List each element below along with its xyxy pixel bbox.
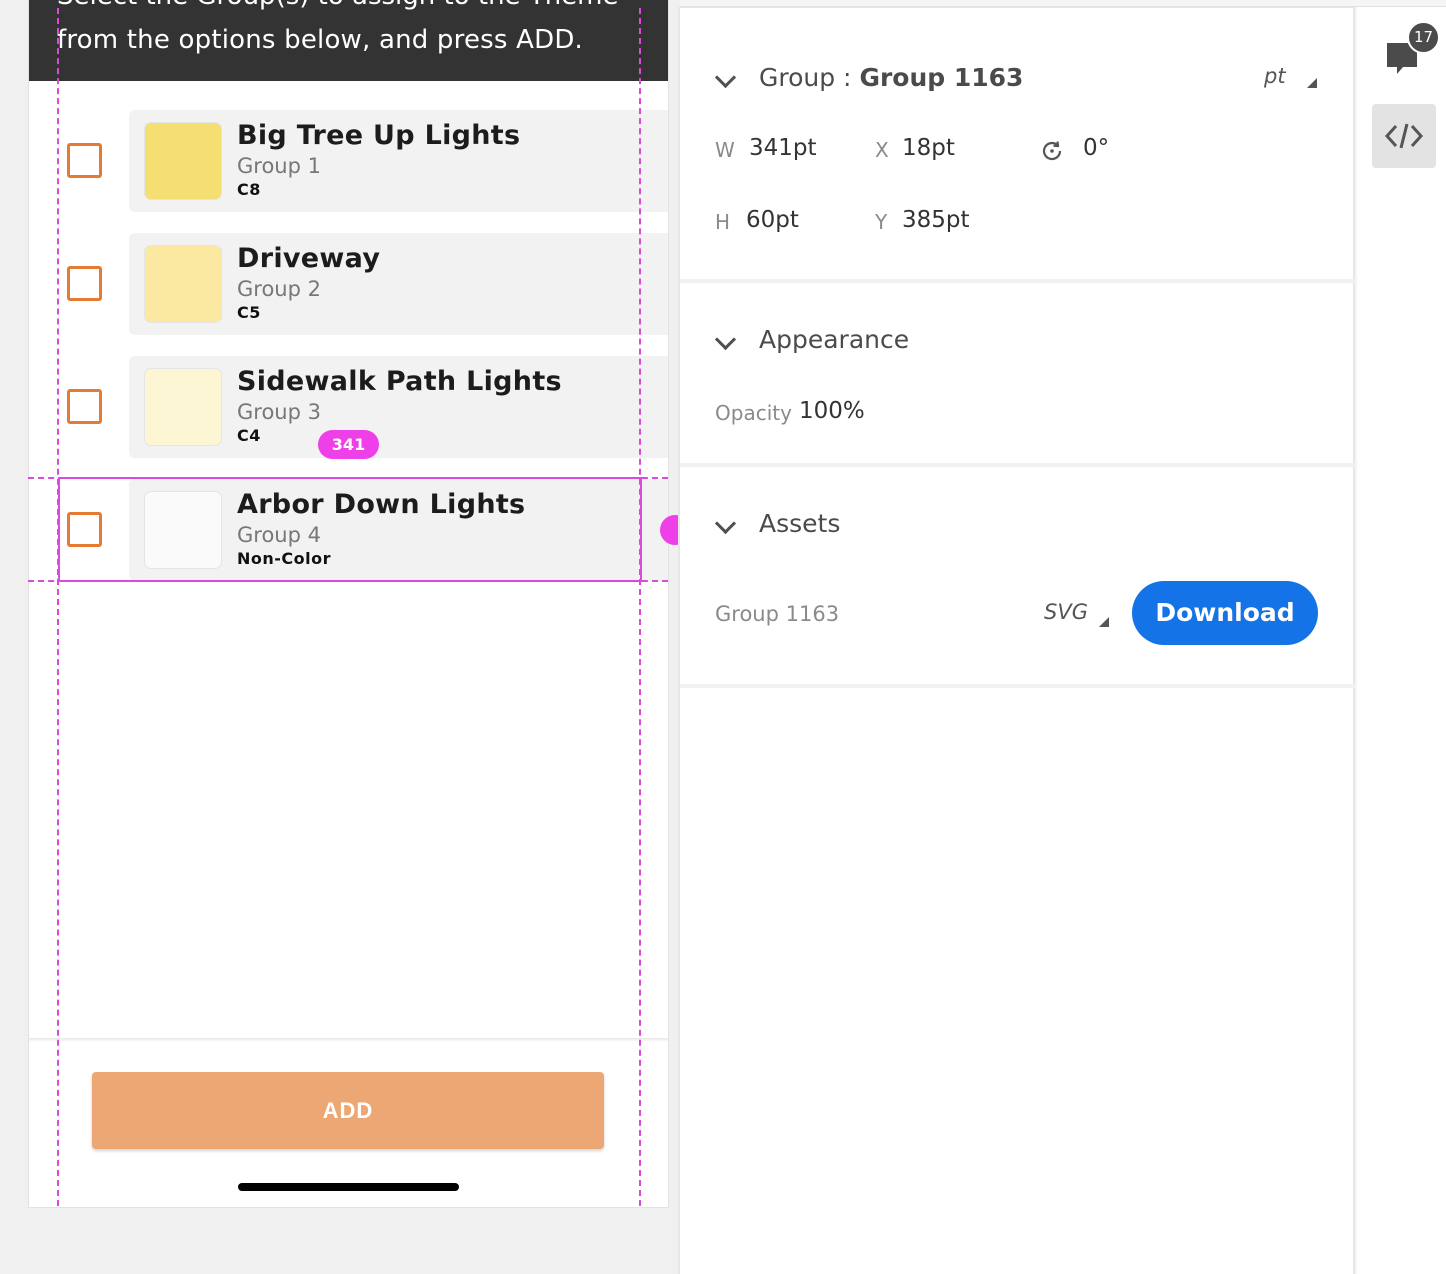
group-name: Group 1163 [859, 63, 1024, 92]
group-prefix: Group : [759, 63, 860, 92]
section-divider [680, 463, 1355, 467]
chevron-down-icon[interactable] [714, 331, 736, 353]
y-label: Y [875, 210, 888, 234]
color-swatch [144, 245, 222, 323]
x-label: X [875, 138, 889, 162]
group-checkbox[interactable] [67, 389, 102, 424]
dropdown-triangle-icon [1099, 617, 1109, 627]
asset-name: Group 1163 [715, 602, 840, 626]
group-checkbox[interactable] [67, 266, 102, 301]
group-code: C4 [237, 426, 261, 445]
chevron-down-icon[interactable] [714, 515, 736, 537]
group-row[interactable]: Big Tree Up Lights Group 1 C8 [29, 110, 668, 212]
x-value: 18pt [902, 135, 955, 161]
group-row[interactable]: Driveway Group 2 C5 [29, 233, 668, 335]
dropdown-triangle-icon [1307, 78, 1317, 88]
instruction-header: Select the Group(s) to assign to the The… [29, 0, 668, 81]
section-divider [680, 684, 1355, 688]
opacity-value: 100% [799, 398, 865, 424]
width-value: 341pt [749, 135, 817, 161]
selection-box[interactable] [58, 477, 642, 582]
group-title: Sidewalk Path Lights [237, 366, 562, 397]
opacity-label: Opacity [715, 401, 792, 425]
measurement-label: 341 [318, 430, 379, 459]
group-title: Driveway [237, 243, 381, 274]
height-label: H [715, 210, 731, 234]
inspector-panel: Group : Group 1163 pt W 341pt X 18pt 0° … [678, 7, 1355, 1274]
group-number: Group 1 [237, 154, 321, 178]
vertical-guide [57, 8, 59, 1206]
width-label: W [715, 138, 735, 162]
group-number: Group 2 [237, 277, 321, 301]
vertical-guide [639, 8, 641, 1206]
code-view-button[interactable] [1372, 104, 1436, 168]
code-icon [1384, 123, 1424, 149]
instruction-line-1: Select the Group(s) to assign to the The… [57, 0, 619, 14]
rotation-value: 0° [1083, 135, 1110, 161]
group-card[interactable]: Sidewalk Path Lights Group 3 C4 [129, 356, 668, 458]
page: Select the Group(s) to assign to the The… [0, 0, 1446, 1274]
rotate-icon [1042, 141, 1062, 161]
y-value: 385pt [902, 207, 970, 233]
group-title: Big Tree Up Lights [237, 120, 521, 151]
color-swatch [144, 122, 222, 200]
section-divider [680, 279, 1355, 283]
footer-divider [29, 1038, 668, 1042]
group-code: C8 [237, 180, 261, 199]
download-button[interactable]: Download [1132, 581, 1318, 645]
group-code: C5 [237, 303, 261, 322]
assets-title[interactable]: Assets [759, 509, 840, 538]
asset-format-select[interactable]: SVG [1044, 600, 1088, 624]
right-toolbar: 17 [1357, 7, 1446, 1274]
height-value: 60pt [746, 207, 799, 233]
add-button[interactable]: ADD [92, 1072, 604, 1149]
unit-select[interactable]: pt [1264, 64, 1286, 88]
group-card[interactable]: Big Tree Up Lights Group 1 C8 [129, 110, 668, 212]
artboard[interactable]: Select the Group(s) to assign to the The… [28, 0, 669, 1208]
appearance-title[interactable]: Appearance [759, 325, 909, 354]
chevron-down-icon[interactable] [714, 69, 736, 91]
instruction-line-2: from the options below, and press ADD. [57, 25, 584, 55]
group-card[interactable]: Driveway Group 2 C5 [129, 233, 668, 335]
group-checkbox[interactable] [67, 143, 102, 178]
color-swatch [144, 368, 222, 446]
home-indicator [238, 1183, 459, 1191]
group-number: Group 3 [237, 400, 321, 424]
comment-count-badge: 17 [1407, 21, 1440, 54]
group-header: Group : Group 1163 [759, 63, 1023, 92]
